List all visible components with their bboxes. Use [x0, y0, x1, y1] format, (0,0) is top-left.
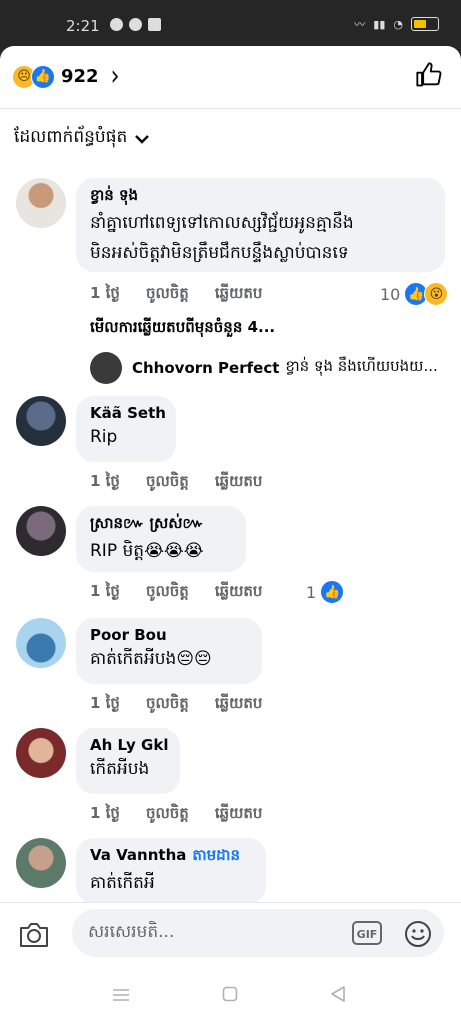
like-post-button[interactable]	[415, 61, 443, 89]
comment-author[interactable]: Ah Ly Gkl	[90, 736, 168, 754]
comment-composer: សរសេរមតិ... GIF	[0, 902, 461, 965]
comment-bubble[interactable]: Poor Bou គាត់កើតអីបង😔😔	[76, 618, 262, 684]
battery-icon	[411, 17, 439, 31]
avatar[interactable]	[16, 396, 66, 446]
reply-button[interactable]: ឆ្លើយតប	[215, 694, 263, 716]
comment-actions: 1 ថ្ងៃ ចូលចិត្ត ឆ្លើយតប	[90, 284, 288, 306]
reply-button[interactable]: ឆ្លើយតប	[215, 284, 263, 306]
avatar[interactable]	[16, 178, 66, 228]
gif-button[interactable]: GIF	[352, 921, 382, 945]
comment-time: 1 ថ្ងៃ	[90, 804, 120, 822]
like-button[interactable]: ចូលចិត្ត	[146, 694, 189, 716]
reply-button[interactable]: ឆ្លើយតប	[215, 804, 263, 826]
status-time: 2:21	[66, 17, 100, 35]
like-button[interactable]: ចូលចិត្ត	[146, 284, 189, 306]
avatar[interactable]	[90, 352, 122, 384]
reactions-summary[interactable]: ☹ 👍 922 ›	[12, 60, 119, 93]
reaction-count: 922	[61, 66, 99, 87]
chevron-down-icon	[135, 134, 150, 144]
wifi-icon: ◔	[393, 17, 403, 31]
comment-text-line: មិនអស់ចិត្តវាមិនត្រឹមជឹកបន្ទឹងស្លាប់បានទ…	[90, 243, 349, 263]
comments-sheet: ☹ 👍 922 › ដែលពាក់ព័ន្ធបំផុត ខ្វាន់ ទុង ន…	[0, 46, 461, 1024]
status-notification-icons	[110, 18, 161, 31]
comment-reactions[interactable]: 10 👍 😮	[380, 282, 449, 306]
comment-author-name[interactable]: Va Vanntha	[90, 846, 186, 864]
facebook-icon	[148, 18, 161, 31]
avatar[interactable]	[16, 618, 66, 668]
like-reaction-icon: 👍	[31, 64, 55, 89]
sort-dropdown[interactable]: ដែលពាក់ព័ន្ធបំផុត	[14, 126, 150, 151]
avatar[interactable]	[16, 728, 66, 778]
home-nav-icon[interactable]	[222, 986, 238, 1002]
menu-nav-icon[interactable]	[112, 988, 130, 1002]
comment-text-line: RIP មិត្ត😭😭😭	[90, 541, 204, 561]
comment-author[interactable]: Käã Seth	[90, 404, 166, 422]
comment-time: 1 ថ្ងៃ	[90, 582, 120, 600]
comment-text-line: គាត់កើតអីបង😔😔	[90, 649, 212, 669]
follow-button[interactable]: តាមដាន	[192, 846, 240, 864]
comment-actions: 1 ថ្ងៃ ចូលចិត្ត ឆ្លើយតប	[90, 694, 288, 716]
comment-text-line: កើតអីបង	[90, 759, 150, 779]
comment-actions: 1 ថ្ងៃ ចូលចិត្ត ឆ្លើយតប	[90, 582, 288, 604]
comment-author[interactable]: Poor Bou	[90, 626, 248, 644]
comment-reaction-count: 10	[380, 284, 401, 304]
status-bar: 2:21 〰 ▮▮ ◔	[0, 0, 461, 46]
comment-bubble[interactable]: Va Vanntha តាមដាន គាត់កើតអី	[76, 838, 266, 904]
vibrate-icon: 〰	[354, 18, 366, 31]
messenger-icon	[110, 18, 123, 31]
comment-time: 1 ថ្ងៃ	[90, 472, 120, 490]
comment-reaction-count: 1	[306, 582, 317, 602]
comment-time: 1 ថ្ងៃ	[90, 694, 120, 712]
reply-button[interactable]: ឆ្លើយតប	[215, 582, 263, 604]
comment-actions: 1 ថ្ងៃ ចូលចិត្ត ឆ្លើយតប	[90, 804, 288, 826]
reply-button[interactable]: ឆ្លើយតប	[215, 472, 263, 494]
comment-input-placeholder: សរសេរមតិ...	[88, 922, 175, 942]
comment-author: Va Vanntha តាមដាន	[90, 846, 252, 868]
camera-icon[interactable]	[18, 921, 50, 949]
reply-text: ខ្វាន់ ទុង នឹងហើយបងយ...	[285, 357, 438, 375]
signal-icon: ▮▮	[373, 17, 386, 31]
chevron-right-icon: ›	[110, 60, 120, 93]
avatar[interactable]	[16, 838, 66, 888]
comment-text-line: Rip	[90, 427, 118, 447]
comment-input[interactable]: សរសេរមតិ... GIF	[72, 909, 444, 957]
like-button[interactable]: ចូលចិត្ត	[146, 804, 189, 826]
comment-text-line: នាំគ្នាហៅពេទ្យទៅកោលស្សវិជ្ជ័យអូនគ្មានឹង	[90, 213, 354, 233]
battery-level	[414, 20, 426, 28]
comment-bubble[interactable]: Ah Ly Gkl កើតអីបង	[76, 728, 180, 794]
like-reaction-icon: 👍	[320, 580, 345, 604]
status-system-icons: 〰 ▮▮ ◔	[354, 16, 439, 32]
comment-bubble[interactable]: ស្រាន៚ ស្រស់៚ RIP មិត្ត😭😭😭	[76, 506, 246, 572]
comment-text-line: គាត់កើតអី	[90, 873, 155, 893]
comment-time: 1 ថ្ងៃ	[90, 284, 120, 302]
telegram-icon	[129, 18, 142, 31]
comment-bubble[interactable]: ខ្វាន់ ទុង នាំគ្នាហៅពេទ្យទៅកោលស្សវិជ្ជ័យ…	[76, 178, 445, 272]
comment-author[interactable]: ស្រាន៚ ស្រស់៚	[90, 514, 232, 536]
comment-actions: 1 ថ្ងៃ ចូលចិត្ត ឆ្លើយតប	[90, 472, 288, 494]
comment-author[interactable]: ខ្វាន់ ទុង	[90, 186, 431, 208]
like-button[interactable]: ចូលចិត្ត	[146, 472, 189, 494]
sort-label: ដែលពាក់ព័ន្ធបំផុត	[14, 127, 128, 147]
system-nav-bar	[0, 964, 461, 1024]
reply-author: Chhovorn Perfect	[132, 359, 280, 377]
reply-preview[interactable]: Chhovorn Perfect ខ្វាន់ ទុង នឹងហើយបងយ...	[90, 352, 438, 384]
wow-reaction-icon: 😮	[424, 282, 449, 306]
view-previous-replies[interactable]: មើលការឆ្លើយតបពីមុនចំនួន 4...	[90, 318, 275, 340]
avatar[interactable]	[16, 506, 66, 556]
reactions-header: ☹ 👍 922 ›	[0, 46, 461, 109]
back-nav-icon[interactable]	[330, 985, 346, 1003]
comment-reactions[interactable]: 1 👍	[306, 580, 345, 604]
comment-bubble[interactable]: Käã Seth Rip	[76, 396, 176, 462]
emoji-icon[interactable]	[404, 920, 432, 948]
like-button[interactable]: ចូលចិត្ត	[146, 582, 189, 604]
